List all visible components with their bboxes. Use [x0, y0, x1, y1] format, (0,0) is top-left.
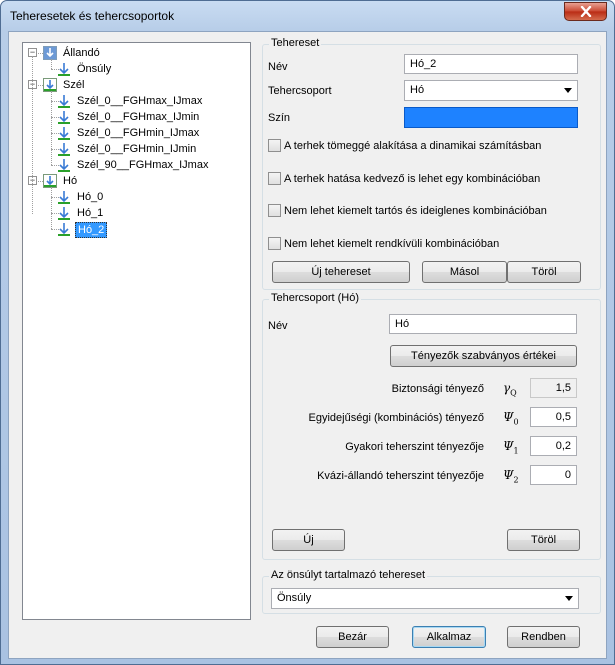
- checkbox-favourable[interactable]: A terhek hatása kedvező is lehet egy kom…: [268, 172, 540, 185]
- tree-group-label[interactable]: Állandó: [61, 46, 102, 60]
- factor-symbol: γQ: [503, 381, 517, 398]
- load-group-select-value: Hó: [410, 84, 425, 96]
- checkbox-mass-conversion[interactable]: A terhek tömeggé alakítása a dinamikai s…: [268, 139, 541, 152]
- tree-item-h-0[interactable]: Hó_0: [75, 190, 105, 204]
- factor-symbol: Ψ2: [503, 468, 519, 485]
- load-case-variable-icon: [43, 78, 57, 92]
- load-group-label: Tehercsoport: [268, 85, 332, 97]
- load-group-select[interactable]: Hó: [404, 80, 578, 101]
- load-case-groupbox-title: Tehereset: [269, 37, 322, 49]
- factor-symbol: Ψ0: [503, 410, 519, 427]
- tree-item-h-1[interactable]: Hó_1: [75, 206, 105, 220]
- checkbox-not-leading-persistent[interactable]: Nem lehet kiemelt tartós és ideiglenes k…: [268, 204, 547, 217]
- checkbox-box[interactable]: [268, 139, 281, 152]
- checkbox-box[interactable]: [268, 237, 281, 250]
- tree-connector: [51, 187, 52, 229]
- factor-value-input: 1,5: [530, 378, 577, 398]
- tree-item-sz-l-0-fghmax-ijmin[interactable]: Szél_0__FGHmax_IJmin: [75, 110, 201, 124]
- load-case-icon: [57, 190, 73, 204]
- tree-item-sz-l-90-fghmax-ijmax[interactable]: Szél_90__FGHmax_IJmax: [75, 158, 210, 172]
- tree-item-sz-l-0-fghmin-ijmin[interactable]: Szél_0__FGHmin_IJmin: [75, 142, 198, 156]
- factor-label: Egyidejűségi (kombinációs) tényező: [308, 412, 484, 424]
- tree-connector: [51, 91, 52, 165]
- close-icon: [580, 6, 591, 17]
- load-group-name-input[interactable]: Hó: [389, 314, 577, 334]
- self-weight-groupbox-title: Az önsúlyt tartalmazó tehereset: [269, 569, 428, 581]
- checkbox-not-leading-accidental[interactable]: Nem lehet kiemelt rendkívüli kombinációb…: [268, 237, 499, 250]
- load-case-icon: [57, 94, 73, 108]
- load-group-name-label: Név: [268, 320, 288, 332]
- tree-group-label[interactable]: Hó: [61, 174, 79, 188]
- factor-value-input[interactable]: 0,2: [530, 436, 577, 456]
- chevron-down-icon: [565, 596, 573, 601]
- chevron-down-icon: [564, 88, 572, 93]
- factor-label: Kvázi-állandó teherszint tényezője: [317, 470, 484, 482]
- load-case-icon: [57, 142, 73, 156]
- load-group-groupbox-title: Tehercsoport (Hó): [269, 292, 362, 304]
- tree-connector: [32, 56, 33, 214]
- tree-item-h-2[interactable]: Hó_2: [75, 222, 108, 238]
- checkbox-label: Nem lehet kiemelt rendkívüli kombinációb…: [284, 237, 500, 250]
- load-group-groupbox: Tehercsoport (Hó): [262, 292, 601, 560]
- factor-value-input[interactable]: 0,5: [530, 407, 577, 427]
- load-case-tree[interactable]: − Állandó Önsúly − Szél Szél_0__FGHmax_IJmax S…: [22, 42, 251, 620]
- load-case-name-input[interactable]: Hó_2: [404, 54, 578, 74]
- tree-item--ns-ly[interactable]: Önsúly: [75, 62, 113, 76]
- color-label: Szín: [268, 112, 291, 124]
- load-case-name-label: Név: [268, 61, 288, 73]
- delete-load-group-button[interactable]: Töröl: [507, 529, 580, 551]
- checkbox-label: A terhek tömeggé alakítása a dinamikai s…: [284, 139, 542, 152]
- window-title: Teheresetek és tehercsoportok: [10, 9, 175, 23]
- load-case-icon: [57, 158, 73, 172]
- load-case-icon: [57, 126, 73, 140]
- close-window-button[interactable]: [564, 2, 607, 21]
- dialog-client-area: − Állandó Önsúly − Szél Szél_0__FGHmax_IJmax S…: [8, 31, 607, 659]
- dialog-window: Teheresetek és tehercsoportok − Állandó Ön…: [0, 0, 615, 665]
- tree-group-label[interactable]: Szél: [61, 78, 86, 92]
- checkbox-box[interactable]: [268, 172, 281, 185]
- factor-value-input[interactable]: 0: [530, 465, 577, 485]
- tree-connector: [51, 59, 52, 69]
- checkbox-label: A terhek hatása kedvező is lehet egy kom…: [284, 172, 541, 185]
- new-load-case-button[interactable]: Új tehereset: [272, 261, 410, 283]
- close-button[interactable]: Bezár: [316, 626, 389, 648]
- color-swatch[interactable]: [404, 107, 578, 128]
- delete-load-case-button[interactable]: Töröl: [507, 261, 581, 283]
- copy-load-case-button[interactable]: Másol: [422, 261, 507, 283]
- load-case-icon: [57, 110, 73, 124]
- standard-factors-button[interactable]: Tényezők szabványos értékei: [390, 345, 577, 367]
- factor-label: Gyakori teherszint tényezője: [345, 441, 484, 453]
- load-case-icon: [57, 62, 73, 76]
- load-case-icon: [57, 206, 73, 220]
- checkbox-box[interactable]: [268, 204, 281, 217]
- apply-button[interactable]: Alkalmaz: [412, 626, 486, 648]
- checkbox-label: Nem lehet kiemelt tartós és ideiglenes k…: [284, 204, 547, 217]
- load-case-icon: [57, 222, 73, 236]
- load-case-permanent-icon: [43, 46, 57, 60]
- tree-item-sz-l-0-fghmax-ijmax[interactable]: Szél_0__FGHmax_IJmax: [75, 94, 204, 108]
- load-case-variable-icon: [43, 174, 57, 188]
- new-load-group-button[interactable]: Új: [272, 529, 345, 551]
- self-weight-select[interactable]: Önsúly: [271, 588, 579, 609]
- factor-symbol: Ψ1: [503, 439, 519, 456]
- tree-item-sz-l-0-fghmin-ijmax[interactable]: Szél_0__FGHmin_IJmax: [75, 126, 201, 140]
- self-weight-select-value: Önsúly: [277, 592, 312, 604]
- factor-label: Biztonsági tényező: [391, 383, 484, 395]
- title-bar[interactable]: Teheresetek és tehercsoportok: [1, 1, 614, 31]
- ok-button[interactable]: Rendben: [507, 626, 580, 648]
